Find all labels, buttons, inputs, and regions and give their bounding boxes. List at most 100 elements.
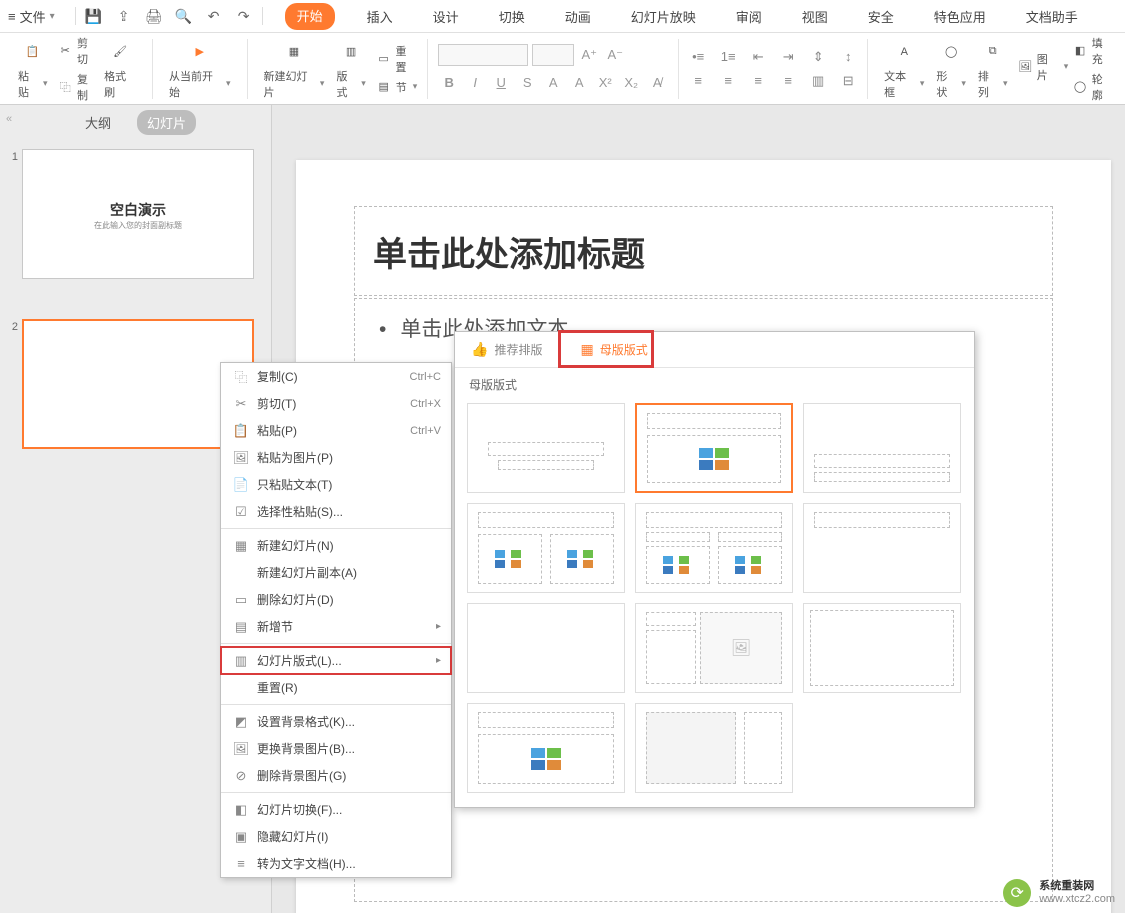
menu-item-icon: ▦ xyxy=(231,538,251,554)
context-menu-item[interactable]: 📄只粘贴文本(T) xyxy=(221,471,451,498)
font-family-select[interactable] xyxy=(438,44,528,66)
columns-button[interactable]: ▥ xyxy=(809,72,827,90)
menu-item-icon: ▣ xyxy=(231,829,251,845)
bold-button[interactable]: B xyxy=(438,72,460,94)
fill-button[interactable]: ◧填充 xyxy=(1072,35,1113,67)
superscript-button[interactable]: X² xyxy=(594,72,616,94)
layout-section-header[interactable] xyxy=(803,403,961,493)
tab-review[interactable]: 审阅 xyxy=(728,3,770,30)
indent-inc-button[interactable]: ⇥ xyxy=(779,48,797,66)
highlight-button[interactable]: A xyxy=(568,72,590,94)
redo-icon[interactable]: ↷ xyxy=(236,8,252,24)
context-menu-item[interactable]: ⿻复制(C)Ctrl+C xyxy=(221,363,451,390)
align-center-button[interactable]: ≡ xyxy=(719,72,737,90)
layout-blank[interactable] xyxy=(467,603,625,693)
export-icon[interactable]: ⇪ xyxy=(116,8,132,24)
strike-button[interactable]: S xyxy=(516,72,538,94)
print-icon[interactable]: 🖨 xyxy=(146,8,162,24)
tab-features[interactable]: 特色应用 xyxy=(926,3,994,30)
preview-icon[interactable]: 🔍 xyxy=(176,8,192,24)
context-menu-item[interactable]: ▣隐藏幻灯片(I) xyxy=(221,823,451,850)
italic-button[interactable]: I xyxy=(464,72,486,94)
align-vert-button[interactable]: ⊟ xyxy=(839,72,857,90)
arrange-button[interactable]: ⧉ 排列▾ xyxy=(972,34,1014,104)
new-slide-button[interactable]: ▦ 新建幻灯片▾ xyxy=(258,34,331,104)
outline-tab[interactable]: 大纲 xyxy=(75,110,121,135)
context-menu-item[interactable]: 新建幻灯片副本(A) xyxy=(221,559,451,586)
line-spacing-button[interactable]: ⇕ xyxy=(809,48,827,66)
layout-comparison[interactable] xyxy=(635,503,793,593)
context-menu-item[interactable]: ▥幻灯片版式(L)...▸ xyxy=(221,647,451,674)
context-menu-item[interactable]: ◧幻灯片切换(F)... xyxy=(221,796,451,823)
layout-content-caption[interactable]: 🖼 xyxy=(635,603,793,693)
align-left-button[interactable]: ≡ xyxy=(689,72,707,90)
context-menu-item[interactable]: 🖼更换背景图片(B)... xyxy=(221,735,451,762)
context-menu-item[interactable]: ◩设置背景格式(K)... xyxy=(221,708,451,735)
recommended-layout-tab[interactable]: 👍 推荐排版 xyxy=(467,341,546,358)
format-painter-button[interactable]: 🖌 格式刷 xyxy=(98,34,142,104)
thumb-subtitle: 在此输入您的封面副标题 xyxy=(23,220,253,231)
layout-title-slide[interactable] xyxy=(467,403,625,493)
tab-slideshow[interactable]: 幻灯片放映 xyxy=(623,3,704,30)
outline-button[interactable]: ◯轮廓 xyxy=(1072,71,1113,103)
copy-button[interactable]: ⿻复制 xyxy=(58,71,99,103)
title-placeholder[interactable]: 单击此处添加标题 xyxy=(354,206,1053,296)
slides-tab[interactable]: 幻灯片 xyxy=(137,110,196,135)
thumb-row: 1 空白演示 在此输入您的封面副标题 xyxy=(8,149,263,279)
picture-button[interactable]: 🖼图片▾ xyxy=(1017,51,1068,83)
align-right-button[interactable]: ≡ xyxy=(749,72,767,90)
indent-dec-button[interactable]: ⇤ xyxy=(749,48,767,66)
textbox-button[interactable]: A 文本框▾ xyxy=(878,34,930,104)
context-menu-item[interactable]: 重置(R) xyxy=(221,674,451,701)
section-button[interactable]: ▤节▾ xyxy=(376,79,418,95)
save-icon[interactable]: 💾 xyxy=(86,8,102,24)
menu-item-icon: ⿻ xyxy=(231,367,251,386)
layout-title-content[interactable] xyxy=(635,403,793,493)
reset-button[interactable]: ▭重置 xyxy=(376,43,418,75)
tab-view[interactable]: 视图 xyxy=(794,3,836,30)
context-menu-item[interactable]: ⊘删除背景图片(G) xyxy=(221,762,451,789)
shape-button[interactable]: ◯ 形状▾ xyxy=(930,34,972,104)
context-menu-item[interactable]: ✂剪切(T)Ctrl+X xyxy=(221,390,451,417)
text-direction-button[interactable]: ↕ xyxy=(839,48,857,66)
font-size-select[interactable] xyxy=(532,44,574,66)
play-group: ▶ 从当前开始▾ xyxy=(157,33,243,104)
decrease-font-icon[interactable]: A⁻ xyxy=(604,44,626,66)
numbering-button[interactable]: 1≡ xyxy=(719,48,737,66)
tab-design[interactable]: 设计 xyxy=(425,3,467,30)
context-menu-item[interactable]: 🖼粘贴为图片(P) xyxy=(221,444,451,471)
layout-vertical-title[interactable] xyxy=(635,703,793,793)
layout-title-only[interactable] xyxy=(803,503,961,593)
tab-transition[interactable]: 切换 xyxy=(491,3,533,30)
undo-icon[interactable]: ↶ xyxy=(206,8,222,24)
layout-button[interactable]: ▥ 版式▾ xyxy=(330,34,371,104)
slide-thumbnail-1[interactable]: 空白演示 在此输入您的封面副标题 xyxy=(22,149,254,279)
tab-security[interactable]: 安全 xyxy=(860,3,902,30)
tab-start[interactable]: 开始 xyxy=(285,3,335,30)
subscript-button[interactable]: X₂ xyxy=(620,72,642,94)
context-menu-item[interactable]: 📋粘贴(P)Ctrl+V xyxy=(221,417,451,444)
context-menu-item[interactable]: ▤新增节▸ xyxy=(221,613,451,640)
context-menu-item[interactable]: ▦新建幻灯片(N) xyxy=(221,532,451,559)
cut-button[interactable]: ✂剪切 xyxy=(58,35,99,67)
tab-insert[interactable]: 插入 xyxy=(359,3,401,30)
tab-dochelper[interactable]: 文档助手 xyxy=(1018,3,1086,30)
context-menu-item[interactable]: ▭删除幻灯片(D) xyxy=(221,586,451,613)
clear-format-button[interactable]: A̸ xyxy=(646,72,668,94)
layout-vertical-text[interactable] xyxy=(467,703,625,793)
increase-font-icon[interactable]: A⁺ xyxy=(578,44,600,66)
master-layout-tab[interactable]: ▦ 母版版式 xyxy=(576,341,651,358)
paste-button[interactable]: 📋 粘贴▾ xyxy=(12,34,54,104)
file-menu[interactable]: ≡ 文件 ▾ xyxy=(8,7,55,26)
context-menu-item[interactable]: ≡转为文字文档(H)... xyxy=(221,850,451,877)
collapse-icon[interactable]: « xyxy=(6,113,12,125)
underline-button[interactable]: U xyxy=(490,72,512,94)
context-menu-item[interactable]: ☑选择性粘贴(S)... xyxy=(221,498,451,525)
layout-picture-caption[interactable] xyxy=(803,603,961,693)
tab-animation[interactable]: 动画 xyxy=(557,3,599,30)
bullets-button[interactable]: •≡ xyxy=(689,48,707,66)
play-from-current-button[interactable]: ▶ 从当前开始▾ xyxy=(163,34,237,104)
font-color-button[interactable]: A xyxy=(542,72,564,94)
layout-two-content[interactable] xyxy=(467,503,625,593)
align-justify-button[interactable]: ≡ xyxy=(779,72,797,90)
